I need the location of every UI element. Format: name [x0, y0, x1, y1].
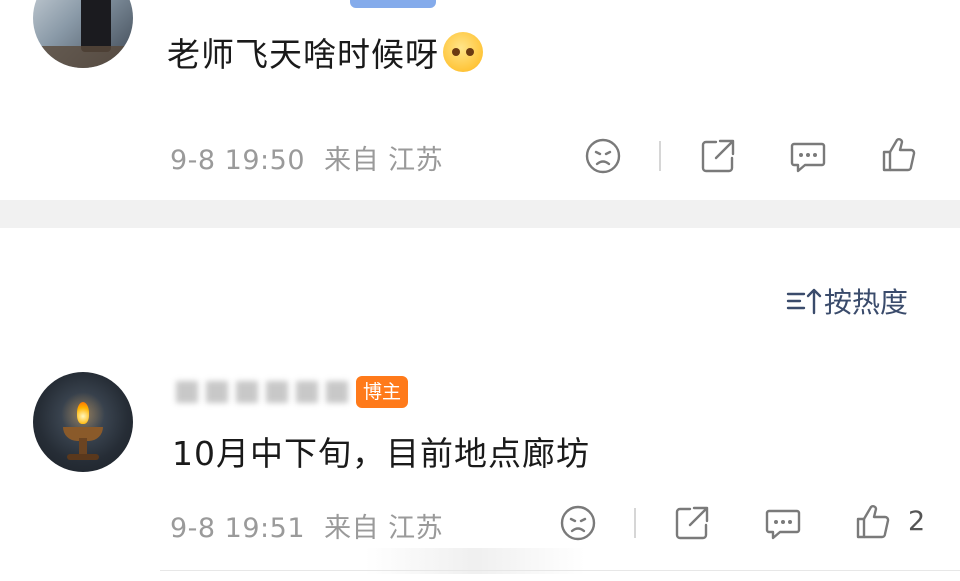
dislike-face-icon[interactable] [583, 136, 623, 176]
user-badge-cut-off [350, 0, 436, 8]
comment-meta: 9-8 19:50 来自 江苏 [170, 138, 443, 177]
separator [659, 141, 661, 171]
sort-label: 按热度 [824, 286, 909, 319]
timestamp: 9-8 19:51 [170, 513, 305, 544]
candle-flame [77, 402, 89, 424]
avatar-figure [81, 0, 111, 52]
separator [634, 508, 636, 538]
share-icon[interactable] [698, 136, 738, 176]
username-blurred[interactable] [172, 378, 352, 406]
lamp-base [67, 454, 99, 460]
comment-body: 老师飞天啥时候呀 [167, 35, 439, 74]
author-badge: 博主 [356, 376, 408, 408]
comment-text: 老师飞天啥时候呀 [167, 28, 483, 76]
sort-by-hot-button[interactable]: 按热度 [786, 281, 908, 321]
username-cut-off[interactable] [168, 0, 176, 9]
share-icon[interactable] [672, 503, 712, 543]
bottom-divider [160, 570, 960, 571]
sort-icon [786, 286, 824, 316]
dislike-face-icon[interactable] [558, 503, 598, 543]
avatar-ground [33, 46, 133, 68]
timestamp: 9-8 19:50 [170, 145, 305, 176]
avatar[interactable] [33, 0, 133, 68]
location: 来自 江苏 [324, 513, 444, 544]
comment-icon[interactable] [788, 136, 828, 176]
comment-text: 10月中下旬，目前地点廊坊 [172, 434, 590, 473]
location: 来自 江苏 [324, 145, 444, 176]
like-count: 2 [908, 506, 926, 537]
comment-icon[interactable] [763, 503, 803, 543]
comment-meta: 9-8 19:51 来自 江苏 [170, 506, 443, 545]
pleading-face-emoji-icon [443, 32, 483, 72]
avatar[interactable] [33, 372, 133, 472]
section-divider [0, 200, 960, 228]
like-thumb-icon[interactable] [879, 135, 919, 175]
like-thumb-icon[interactable] [853, 502, 893, 542]
